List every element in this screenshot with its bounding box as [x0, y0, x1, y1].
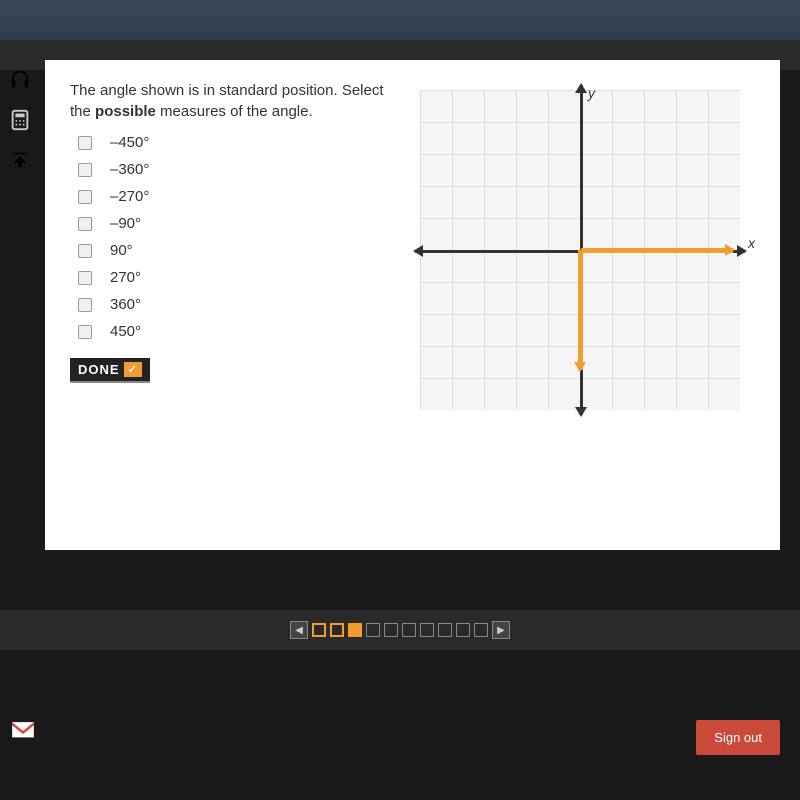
- question-text-part2: measures of the angle.: [156, 103, 313, 120]
- headphones-icon[interactable]: [5, 65, 35, 95]
- progress-step-current[interactable]: [348, 623, 362, 637]
- answer-options-list: –450° –360° –270° –90° 90° 270°: [70, 134, 390, 340]
- sign-out-label: Sign out: [714, 730, 762, 745]
- checkbox[interactable]: [78, 163, 92, 177]
- progress-step[interactable]: [438, 623, 452, 637]
- option-label: –90°: [110, 215, 141, 232]
- option-label: 450°: [110, 323, 141, 340]
- option-label: –270°: [110, 188, 149, 205]
- option-row: 270°: [78, 269, 390, 286]
- collapse-up-icon[interactable]: [5, 145, 35, 175]
- option-row: –360°: [78, 161, 390, 178]
- option-row: –450°: [78, 134, 390, 151]
- option-row: 450°: [78, 323, 390, 340]
- checkbox[interactable]: [78, 271, 92, 285]
- option-row: –90°: [78, 215, 390, 232]
- progress-step[interactable]: [456, 623, 470, 637]
- lesson-progress-bar: ◀ ▶: [0, 610, 800, 650]
- progress-step[interactable]: [312, 623, 326, 637]
- checkbox[interactable]: [78, 217, 92, 231]
- checkbox[interactable]: [78, 136, 92, 150]
- progress-step[interactable]: [366, 623, 380, 637]
- question-text: The angle shown is in standard position.…: [70, 80, 390, 122]
- question-text-bold: possible: [95, 103, 156, 120]
- x-axis-label: x: [748, 235, 755, 251]
- option-row: 90°: [78, 242, 390, 259]
- sign-out-button[interactable]: Sign out: [696, 720, 780, 755]
- done-button[interactable]: DONE ✓: [70, 358, 150, 383]
- progress-step[interactable]: [420, 623, 434, 637]
- option-row: 360°: [78, 296, 390, 313]
- prev-arrow-button[interactable]: ◀: [290, 621, 308, 639]
- checkbox[interactable]: [78, 190, 92, 204]
- next-arrow-button[interactable]: ▶: [492, 621, 510, 639]
- progress-step[interactable]: [384, 623, 398, 637]
- y-axis-label: y: [588, 85, 595, 101]
- graph-panel: y x: [405, 80, 755, 530]
- progress-step[interactable]: [402, 623, 416, 637]
- coordinate-graph: y x: [410, 80, 750, 420]
- gmail-icon[interactable]: [10, 720, 36, 740]
- option-label: 90°: [110, 242, 133, 259]
- option-label: 360°: [110, 296, 141, 313]
- checkbox[interactable]: [78, 325, 92, 339]
- checkbox[interactable]: [78, 298, 92, 312]
- option-label: –450°: [110, 134, 149, 151]
- calculator-icon[interactable]: [5, 105, 35, 135]
- option-row: –270°: [78, 188, 390, 205]
- checkbox[interactable]: [78, 244, 92, 258]
- option-label: 270°: [110, 269, 141, 286]
- progress-step[interactable]: [330, 623, 344, 637]
- angle-terminal-side: [578, 250, 583, 370]
- angle-initial-side: [581, 248, 733, 253]
- done-button-label: DONE: [78, 362, 120, 377]
- progress-step[interactable]: [474, 623, 488, 637]
- option-label: –360°: [110, 161, 149, 178]
- content-area: The angle shown is in standard position.…: [45, 60, 780, 550]
- question-panel: The angle shown is in standard position.…: [70, 80, 390, 530]
- check-icon: ✓: [124, 362, 142, 377]
- tool-sidebar: [0, 55, 40, 185]
